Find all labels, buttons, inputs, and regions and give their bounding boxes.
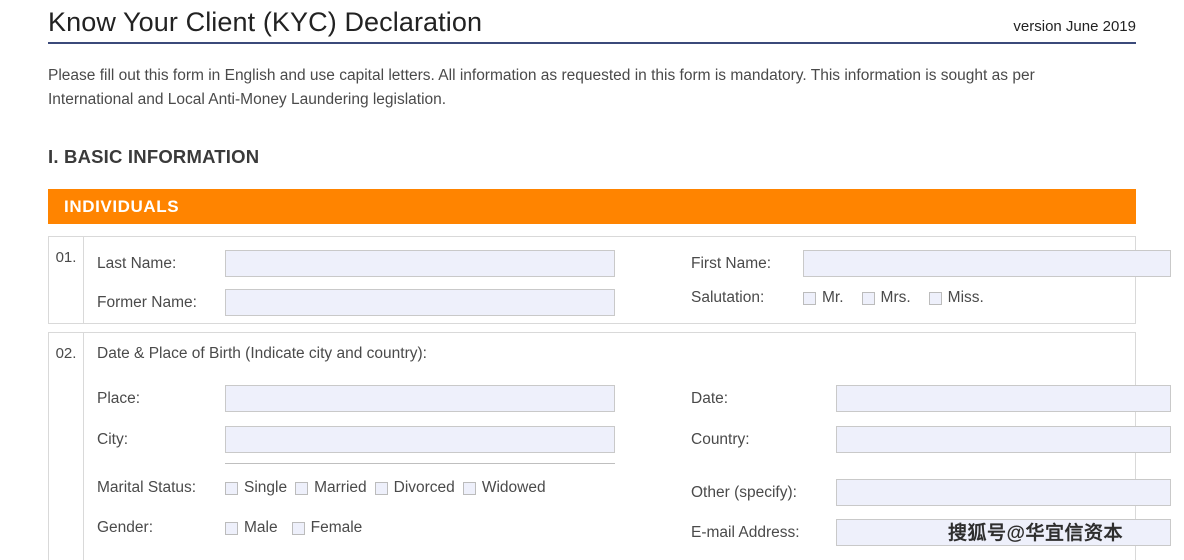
last-name-label: Last Name: <box>97 255 225 273</box>
checkbox-icon[interactable] <box>375 482 388 495</box>
city-field-group: City: <box>97 426 615 453</box>
row-number-02: 02. <box>49 333 84 560</box>
former-name-input[interactable] <box>225 289 615 316</box>
marital-status-option-single[interactable]: Single <box>225 479 287 497</box>
intro-paragraph: Please fill out this form in English and… <box>48 64 1058 112</box>
former-name-field-group: Former Name: <box>97 289 615 316</box>
other-specify-label: Other (specify): <box>691 484 836 502</box>
salutation-label: Salutation: <box>691 289 803 307</box>
place-input[interactable] <box>225 385 615 412</box>
country-input[interactable] <box>836 426 1171 453</box>
marital-status-label: Marital Status: <box>97 479 225 497</box>
form-row-01: 01. Last Name: Former Name: First Name: … <box>48 236 1136 324</box>
email-label: E-mail Address: <box>691 524 836 542</box>
date-place-of-birth-title: Date & Place of Birth (Indicate city and… <box>97 345 427 363</box>
checkbox-icon[interactable] <box>295 482 308 495</box>
gender-option-female-label: Female <box>311 519 363 537</box>
gender-label: Gender: <box>97 519 225 537</box>
salutation-option-mr-label: Mr. <box>822 289 844 307</box>
row-number-01: 01. <box>49 237 84 323</box>
marital-status-option-widowed[interactable]: Widowed <box>463 479 546 497</box>
kyc-form-page: Know Your Client (KYC) Declaration versi… <box>0 0 1184 560</box>
individuals-banner: INDIVIDUALS <box>48 189 1136 224</box>
checkbox-icon[interactable] <box>929 292 942 305</box>
gender-field-group: Gender: Male Female <box>97 519 362 537</box>
marital-status-option-single-label: Single <box>244 479 287 497</box>
checkbox-icon[interactable] <box>803 292 816 305</box>
checkbox-icon[interactable] <box>225 482 238 495</box>
last-name-input[interactable] <box>225 250 615 277</box>
salutation-option-mrs-label: Mrs. <box>881 289 911 307</box>
last-name-field-group: Last Name: <box>97 250 615 277</box>
individuals-banner-label: INDIVIDUALS <box>48 197 179 217</box>
date-input[interactable] <box>836 385 1171 412</box>
first-name-label: First Name: <box>691 255 803 273</box>
other-specify-input[interactable] <box>836 479 1171 506</box>
document-version: version June 2019 <box>1013 18 1136 35</box>
checkbox-icon[interactable] <box>225 522 238 535</box>
gender-option-male[interactable]: Male <box>225 519 278 537</box>
city-label: City: <box>97 431 225 449</box>
place-field-group: Place: <box>97 385 615 412</box>
page-title: Know Your Client (KYC) Declaration <box>48 6 482 38</box>
salutation-option-mr[interactable]: Mr. <box>803 289 844 307</box>
country-field-group: Country: <box>691 426 1171 453</box>
salutation-option-miss[interactable]: Miss. <box>929 289 984 307</box>
form-row-01-body: Last Name: Former Name: First Name: Salu… <box>85 237 1135 323</box>
gender-option-female[interactable]: Female <box>292 519 363 537</box>
marital-status-option-widowed-label: Widowed <box>482 479 546 497</box>
checkbox-icon[interactable] <box>463 482 476 495</box>
former-name-label: Former Name: <box>97 294 225 312</box>
marital-status-option-divorced-label: Divorced <box>394 479 455 497</box>
place-label: Place: <box>97 390 225 408</box>
salutation-option-mrs[interactable]: Mrs. <box>862 289 911 307</box>
salutation-field-group: Salutation: Mr. Mrs. Miss. <box>691 289 984 307</box>
marital-status-field-group: Marital Status: Single Married Divorced … <box>97 479 546 497</box>
city-input[interactable] <box>225 426 615 453</box>
marital-status-option-married-label: Married <box>314 479 367 497</box>
date-label: Date: <box>691 390 836 408</box>
salutation-option-miss-label: Miss. <box>948 289 984 307</box>
first-name-input[interactable] <box>803 250 1171 277</box>
country-label: Country: <box>691 431 836 449</box>
marital-status-option-divorced[interactable]: Divorced <box>375 479 455 497</box>
date-field-group: Date: <box>691 385 1171 412</box>
checkbox-icon[interactable] <box>292 522 305 535</box>
marital-status-separator <box>225 463 615 464</box>
watermark: 搜狐号@华宜信资本 <box>948 518 1123 545</box>
marital-status-option-married[interactable]: Married <box>295 479 367 497</box>
gender-option-male-label: Male <box>244 519 278 537</box>
document-header: Know Your Client (KYC) Declaration versi… <box>48 6 1136 44</box>
checkbox-icon[interactable] <box>862 292 875 305</box>
first-name-field-group: First Name: <box>691 250 1171 277</box>
section-heading-basic-information: I. BASIC INFORMATION <box>48 146 259 168</box>
other-specify-field-group: Other (specify): <box>691 479 1171 506</box>
